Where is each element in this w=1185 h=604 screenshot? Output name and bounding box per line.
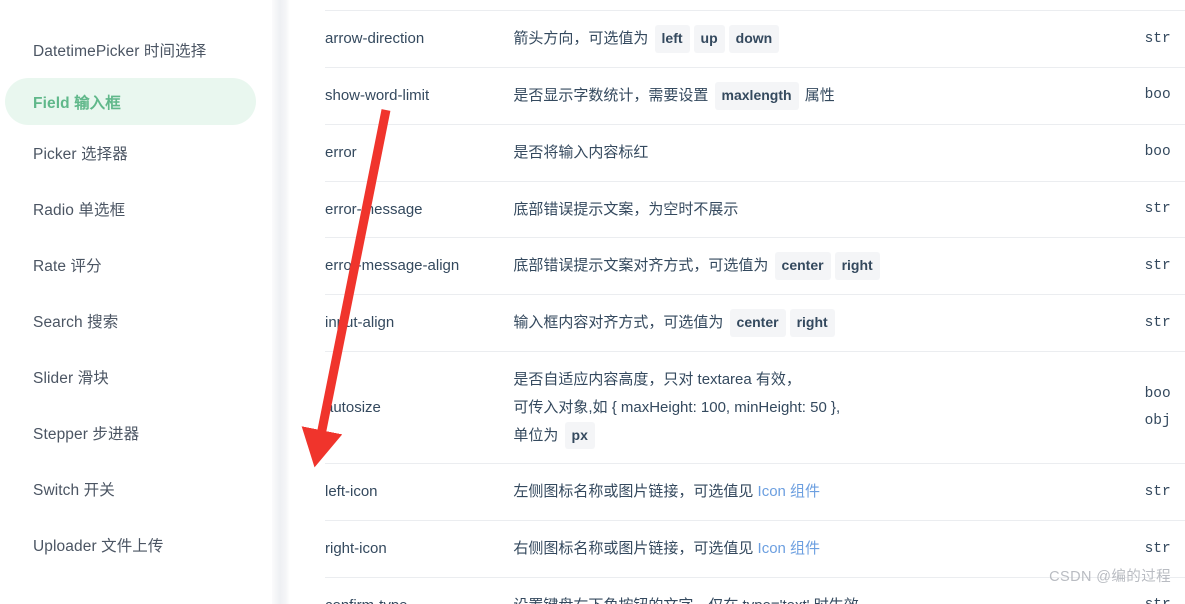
table-row: input-align 输入框内容对齐方式，可选值为 center right str [325, 294, 1185, 352]
api-props-table: arrow-direction 箭头方向，可选值为 left up down str sh… [325, 10, 1185, 604]
prop-type-value: boo [1144, 87, 1171, 104]
description-text: 箭头方向，可选值为 [513, 30, 653, 47]
prop-name-cell: left-icon [325, 483, 378, 501]
prop-name-cell: error-message-align [325, 257, 460, 275]
sidebar-item-label: Stepper 步进器 [33, 426, 140, 443]
prop-type-cell: str [1145, 181, 1185, 238]
prop-type-value: str [1144, 540, 1171, 557]
csdn-watermark: CSDN @编的过程 [1049, 569, 1171, 585]
prop-type-value: boo [1144, 144, 1171, 161]
prop-name-cell: error [325, 143, 357, 161]
description-text: 底部错误提示文案，为空时不展示 [513, 200, 739, 218]
prop-description-cell: 底部错误提示文案对齐方式，可选值为 center right [513, 238, 1144, 295]
api-props-table-body: arrow-direction 箭头方向，可选值为 left up down str sh… [325, 10, 1185, 604]
prop-description-cell: 左侧图标名称或图片链接，可选值见 Icon 组件 [513, 464, 1144, 521]
sidebar-item-label: Uploader 文件上传 [33, 538, 164, 555]
table-row: left-icon 左侧图标名称或图片链接，可选值见 Icon 组件 str [325, 463, 1185, 521]
prop-name-cell: autosize [325, 398, 381, 416]
prop-type-value: str [1144, 314, 1171, 331]
sidebar-item-label: Radio 单选框 [33, 202, 126, 219]
table-row: error-message 底部错误提示文案，为空时不展示 str [325, 181, 1185, 238]
prop-type-cell: boo [1145, 124, 1185, 181]
description-text: 右侧图标名称或图片链接，可选值见 [513, 540, 758, 558]
prop-description-cell: 箭头方向，可选值为 left up down [513, 11, 1144, 68]
table-row: arrow-direction 箭头方向，可选值为 left up down str [325, 10, 1185, 68]
inline-code-tag: right [789, 309, 835, 338]
description-text: 是否自适应内容高度，只对 textarea 有效， [513, 371, 801, 389]
sidebar-item-label: Slider 滑块 [33, 370, 109, 387]
icon-component-link[interactable]: Icon 组件 [758, 540, 821, 557]
prop-type-value: str [1144, 30, 1171, 47]
sidebar-content-divider [272, 0, 290, 604]
prop-description-cell: 输入框内容对齐方式，可选值为 center right [513, 295, 1144, 352]
prop-name-cell: show-word-limit [325, 86, 430, 104]
sidebar-item-label: Field 输入框 [33, 94, 121, 112]
sidebar-item-label: DatetimePicker 时间选择 [33, 43, 207, 60]
prop-type-cell: str [1145, 295, 1185, 352]
table-row: error-message-align 底部错误提示文案对齐方式，可选值为 cen… [325, 237, 1185, 295]
prop-description-cell: 是否自适应内容高度，只对 textarea 有效， 可传入对象,如 { maxHe… [513, 352, 1144, 464]
description-text: 设置键盘右下角按钮的文字，仅在 type='text' 时生效 [513, 597, 858, 604]
main-content: arrow-direction 箭头方向，可选值为 left up down str sh… [290, 0, 1185, 604]
description-text: 底部错误提示文案对齐方式，可选值为 [513, 257, 773, 275]
sidebar-item-label: Rate 评分 [33, 258, 102, 275]
sidebar-item-9[interactable]: Switch 开关 [0, 461, 272, 517]
inline-code-tag: down [728, 25, 780, 53]
description-text: 可传入对象,如 { maxHeight: 100, minHeight: 50 … [513, 398, 841, 416]
prop-type-value: obj [1144, 412, 1171, 429]
prop-name-cell: arrow-direction [325, 30, 425, 48]
prop-type-value: str [1144, 257, 1171, 274]
sidebar-item-6[interactable]: Search 搜索 [0, 293, 272, 349]
prop-description-cell: 底部错误提示文案，为空时不展示 [513, 181, 1144, 238]
prop-type-value: str [1144, 483, 1171, 500]
description-text: 输入框内容对齐方式，可选值为 [513, 314, 728, 332]
sidebar-nav: DatetimePicker 时间选择 Field 输入框 Picker 选择器 Ra… [0, 0, 272, 604]
prop-name-cell: right-icon [325, 540, 387, 558]
inline-code-tag: center [774, 252, 831, 281]
prop-name-cell: confirm-type [325, 577, 513, 604]
inline-code-tag: up [693, 25, 725, 53]
sidebar-item-label: Picker 选择器 [33, 146, 128, 163]
prop-name-cell: input-align [325, 314, 395, 332]
inline-code-tag: center [729, 309, 786, 338]
description-text: 左侧图标名称或图片链接，可选值见 [513, 483, 758, 501]
sidebar-item-1[interactable]: DatetimePicker 时间选择 [0, 22, 272, 78]
prop-type-cell: boo [1145, 67, 1185, 124]
prop-type-cell: str [1145, 238, 1185, 295]
inline-code-tag: right [834, 252, 880, 281]
prop-type-value: boo [1144, 385, 1171, 402]
sidebar-item-4[interactable]: Radio 单选框 [0, 181, 272, 237]
prop-type-value: str [1144, 201, 1171, 217]
table-row: error 是否将输入内容标红 boo [325, 124, 1185, 181]
table-row: show-word-limit 是否显示字数统计，需要设置 maxlength 属… [325, 67, 1185, 124]
prop-type-cell: str [1145, 464, 1185, 521]
inline-code-tag: left [654, 25, 690, 53]
description-text: 属性 [800, 86, 835, 104]
inline-code-tag: px [564, 421, 595, 450]
inline-code-tag: maxlength [714, 81, 799, 110]
table-row: autosize 是否自适应内容高度，只对 textarea 有效， 可传入对象,如… [325, 351, 1185, 464]
prop-description-cell: 是否显示字数统计，需要设置 maxlength 属性 [513, 67, 1144, 124]
prop-type-cell: boo obj [1145, 352, 1185, 464]
prop-description-cell: 是否将输入内容标红 [513, 124, 1144, 181]
prop-type-value: str [1145, 592, 1185, 604]
sidebar-item-label: Search 搜索 [33, 314, 119, 331]
sidebar-item-label: Switch 开关 [33, 482, 115, 499]
description-text: 是否显示字数统计，需要设置 [513, 86, 713, 104]
icon-component-link[interactable]: Icon 组件 [758, 483, 821, 500]
sidebar-item-2[interactable]: Field 输入框 [5, 78, 256, 125]
sidebar-item-7[interactable]: Slider 滑块 [0, 349, 272, 405]
sidebar-item-8[interactable]: Stepper 步进器 [0, 405, 272, 461]
description-text: 是否将输入内容标红 [513, 143, 649, 161]
prop-name-cell: error-message [325, 200, 423, 218]
sidebar-item-10[interactable]: Uploader 文件上传 [0, 517, 272, 573]
page-root: DatetimePicker 时间选择 Field 输入框 Picker 选择器 Ra… [0, 0, 1185, 604]
prop-type-cell: str [1145, 11, 1185, 68]
sidebar-item-3[interactable]: Picker 选择器 [0, 125, 272, 181]
sidebar-item-5[interactable]: Rate 评分 [0, 237, 272, 293]
description-text: 单位为 [513, 426, 563, 444]
